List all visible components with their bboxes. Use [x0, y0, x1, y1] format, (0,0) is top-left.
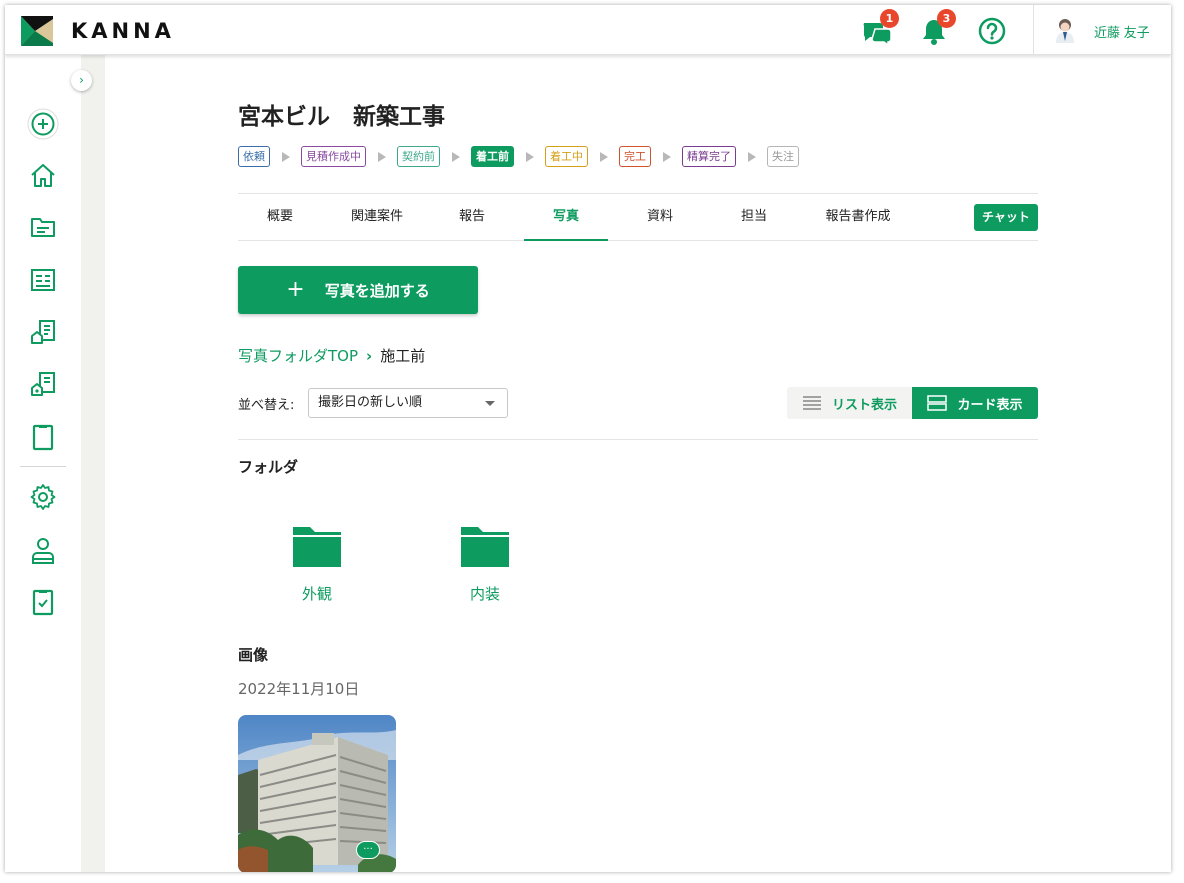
chat-notification-button[interactable]: 1: [861, 9, 899, 47]
header-divider: [1033, 5, 1034, 55]
status-step-mitsumori[interactable]: 見積作成中: [301, 146, 366, 167]
tab-report-creation[interactable]: 報告書作成: [804, 194, 912, 241]
checklist-icon[interactable]: [27, 586, 59, 618]
list-view-button[interactable]: リスト表示: [787, 387, 912, 419]
folder-label: 外観: [301, 585, 332, 603]
sort-selected-value: 撮影日の新しい順: [318, 395, 423, 410]
user-name[interactable]: 近藤 友子: [1094, 22, 1150, 41]
tab-reports[interactable]: 報告: [430, 194, 514, 241]
step-arrow: [452, 151, 460, 162]
status-step-irai[interactable]: 依頼: [238, 146, 270, 167]
sort-label: 並べ替え:: [238, 398, 295, 413]
sort-select[interactable]: 撮影日の新しい順: [308, 388, 508, 418]
app-window: KANNA 1 3 近藤 友子 › 宮本ビル 新築工事 依頼 見積作成中 契約前…: [5, 5, 1171, 872]
clipboard-icon[interactable]: [27, 421, 59, 453]
photo-date-heading: 2022年11月10日: [238, 680, 360, 698]
kanna-logo-mark: [21, 16, 53, 46]
view-toggle: リスト表示 カード表示: [787, 387, 1038, 419]
notifications-button[interactable]: 3: [918, 9, 956, 47]
step-arrow: [600, 151, 608, 162]
step-arrow: [663, 151, 671, 162]
sidebar-gutter: [81, 55, 105, 872]
folder-item-interior[interactable]: 内装: [435, 525, 535, 604]
add-circle-icon[interactable]: [27, 108, 59, 140]
top-bar: KANNA 1 3 近藤 友子: [5, 5, 1171, 55]
comment-bubble-icon[interactable]: ···: [356, 841, 380, 859]
brand-name: KANNA: [71, 19, 175, 43]
avatar[interactable]: [1053, 17, 1077, 43]
tab-documents[interactable]: 資料: [618, 194, 702, 241]
folder-icon: [293, 527, 341, 567]
building-report-icon[interactable]: [27, 316, 59, 348]
main-content: 宮本ビル 新築工事 依頼 見積作成中 契約前 着工前 着工中 完工 精算完了 失…: [105, 55, 1171, 872]
status-step-chakkouchuu[interactable]: 着工中: [545, 146, 588, 167]
section-divider: [238, 439, 1038, 440]
tab-related[interactable]: 関連案件: [332, 194, 422, 241]
chat-button[interactable]: チャット: [974, 204, 1038, 231]
chat-count-badge: 1: [880, 9, 899, 28]
sidebar-expand-button[interactable]: ›: [71, 70, 92, 91]
folder-icon[interactable]: [27, 211, 59, 243]
plus-icon: +: [286, 277, 305, 302]
chevron-right-icon: ›: [366, 346, 373, 365]
list-icon[interactable]: [27, 264, 59, 296]
help-circle-icon: [978, 17, 1006, 45]
page-title: 宮本ビル 新築工事: [238, 104, 445, 130]
tab-photos[interactable]: 写真: [524, 194, 608, 241]
card-view-label: カード表示: [957, 397, 1023, 413]
home-icon[interactable]: [27, 160, 59, 192]
step-arrow: [748, 151, 756, 162]
breadcrumb-root-link[interactable]: 写真フォルダTOP: [238, 345, 358, 366]
add-photo-button[interactable]: + 写真を追加する: [238, 266, 478, 314]
tab-overview[interactable]: 概要: [238, 194, 322, 241]
step-arrow: [282, 151, 290, 162]
images-section-title: 画像: [238, 646, 269, 664]
tab-assignees[interactable]: 担当: [712, 194, 796, 241]
notification-count-badge: 3: [937, 9, 956, 28]
folder-icon: [461, 527, 509, 567]
photo-thumbnail[interactable]: ···: [238, 715, 396, 872]
folder-label: 内装: [469, 585, 500, 603]
user-icon[interactable]: [27, 535, 59, 567]
chevron-down-icon: [485, 401, 495, 406]
building-settings-icon[interactable]: [27, 368, 59, 400]
status-step-kankou[interactable]: 完工: [619, 146, 651, 167]
kanna-logo[interactable]: KANNA: [21, 16, 175, 46]
breadcrumb-current: 施工前: [380, 347, 426, 365]
status-step-shicchuu[interactable]: 失注: [767, 146, 799, 167]
status-stepper: 依頼 見積作成中 契約前 着工前 着工中 完工 精算完了 失注: [238, 146, 799, 167]
status-step-chakkoumae[interactable]: 着工前: [471, 146, 514, 167]
sidebar-divider: [20, 466, 66, 467]
status-step-keiyakumae[interactable]: 契約前: [397, 146, 440, 167]
list-lines-icon: [802, 396, 821, 410]
gear-icon[interactable]: [27, 481, 59, 513]
status-step-seisan[interactable]: 精算完了: [682, 146, 736, 167]
list-view-label: リスト表示: [831, 397, 897, 413]
card-rows-icon: [927, 395, 948, 411]
step-arrow: [378, 151, 386, 162]
breadcrumb: 写真フォルダTOP › 施工前: [238, 345, 425, 366]
help-button[interactable]: [976, 15, 1008, 47]
add-photo-label: 写真を追加する: [324, 281, 430, 300]
folders-section-title: フォルダ: [238, 458, 299, 476]
folder-item-exterior[interactable]: 外観: [267, 525, 367, 604]
card-view-button[interactable]: カード表示: [912, 387, 1038, 419]
tab-bar: 概要 関連案件 報告 写真 資料 担当 報告書作成 チャット: [238, 193, 1038, 241]
step-arrow: [526, 151, 534, 162]
